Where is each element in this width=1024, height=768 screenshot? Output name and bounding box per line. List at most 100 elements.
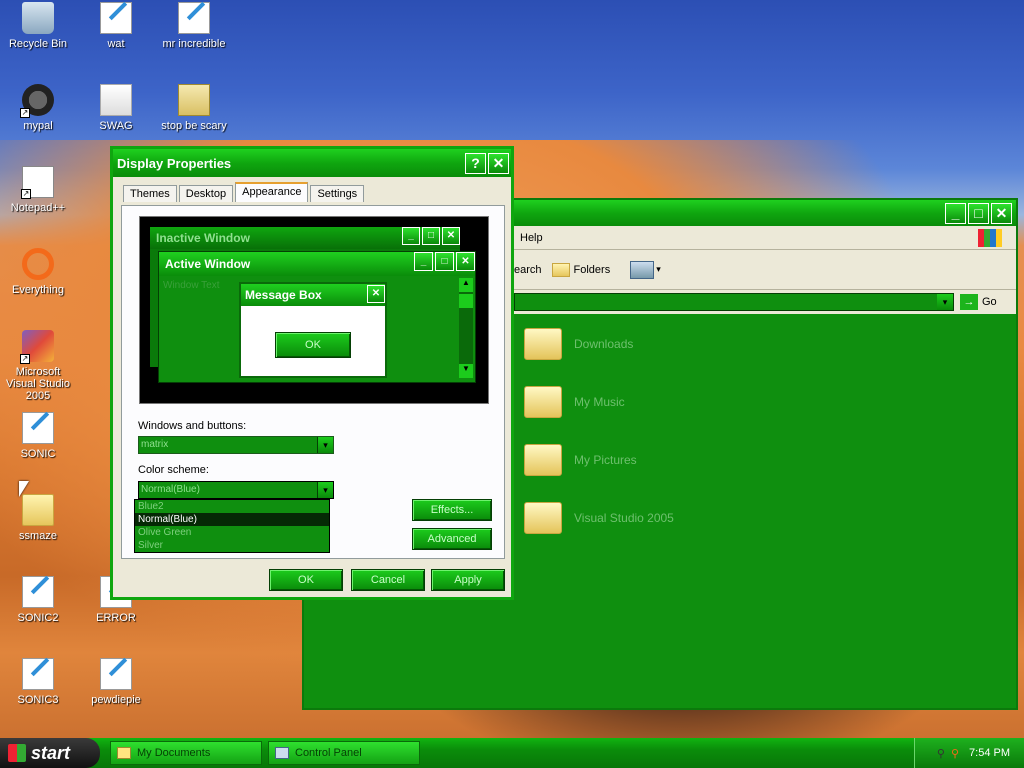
- color-scheme-option[interactable]: Blue2: [135, 500, 329, 513]
- taskbar: start My Documents Control Panel ⚲ ⚲ 7:5…: [0, 738, 1024, 768]
- preview-active-window: Active Window _ □ ✕ Window Text ▲ ▼ Mess…: [158, 251, 476, 383]
- address-input[interactable]: ▾: [514, 293, 954, 311]
- raccoon-icon: ↗: [20, 84, 54, 118]
- desktop-icon-label: Everything: [12, 284, 64, 296]
- document-icon: [100, 2, 132, 34]
- folder-item[interactable]: Downloads: [524, 328, 633, 360]
- taskbar-button-label: Control Panel: [295, 747, 362, 759]
- desktop-icon-sonic[interactable]: SONIC: [0, 412, 76, 460]
- desktop-icon-pewdiepie[interactable]: pewdiepie: [78, 658, 154, 706]
- windows-logo-icon: [8, 744, 26, 762]
- network-tray-icon[interactable]: ⚲: [937, 747, 945, 760]
- folders-icon: [551, 262, 570, 277]
- address-dropdown-icon[interactable]: ▾: [937, 294, 953, 310]
- folder-item-label: Visual Studio 2005: [574, 511, 674, 525]
- desktop-icon-sonic2[interactable]: SONIC2: [0, 576, 76, 624]
- maximize-button[interactable]: □: [968, 202, 989, 224]
- tab-appearance[interactable]: Appearance: [235, 182, 309, 202]
- desktop-icon-stop-be-scary[interactable]: stop be scary: [156, 84, 232, 132]
- preview-minimize-icon: _: [402, 227, 420, 245]
- desktop-icon-ssmaze[interactable]: ssmaze: [0, 494, 76, 542]
- color-scheme-select[interactable]: Normal(Blue) ▾: [138, 481, 334, 499]
- toolbar-search-button[interactable]: earch: [514, 264, 542, 276]
- advanced-button[interactable]: Advanced: [412, 528, 492, 550]
- tab-settings[interactable]: Settings: [310, 185, 365, 202]
- desktop-icon-notepadpp[interactable]: ↗ Notepad++: [0, 166, 76, 214]
- document-icon: [100, 658, 132, 690]
- preview-scrollbar: ▲ ▼: [459, 278, 473, 378]
- clock[interactable]: 7:54 PM: [969, 747, 1010, 759]
- folder-item[interactable]: My Pictures: [524, 444, 637, 476]
- desktop-icon-sonic3[interactable]: SONIC3: [0, 658, 76, 706]
- document-icon: [22, 658, 54, 690]
- desktop-icon-recycle-bin[interactable]: Recycle Bin: [0, 2, 76, 50]
- system-tray: ⚲ ⚲ 7:54 PM: [914, 738, 1024, 768]
- toolbar-folders-button[interactable]: Folders: [551, 262, 610, 277]
- scroll-up-icon: ▲: [459, 278, 473, 292]
- preview-maximize-icon: □: [435, 252, 454, 271]
- go-button[interactable]: → Go: [960, 294, 997, 310]
- color-scheme-value: Normal(Blue): [141, 484, 200, 495]
- taskbar-button-my-documents[interactable]: My Documents: [110, 741, 262, 765]
- windows-buttons-select[interactable]: matrix ▾: [138, 436, 334, 454]
- desktop-icon-visual-studio[interactable]: ↗ Microsoft Visual Studio 2005: [0, 330, 76, 402]
- preview-message-box: Message Box ✕ OK: [239, 282, 387, 378]
- apply-button[interactable]: Apply: [431, 569, 505, 591]
- desktop-icon-wat[interactable]: wat: [78, 2, 154, 50]
- taskbar-button-control-panel[interactable]: Control Panel: [268, 741, 420, 765]
- desktop-icon-label: Recycle Bin: [8, 38, 68, 50]
- desktop-icon-label: SONIC3: [17, 694, 59, 706]
- minimize-button[interactable]: _: [945, 202, 966, 224]
- close-button[interactable]: ✕: [488, 152, 509, 174]
- views-icon[interactable]: [630, 260, 655, 279]
- appearance-preview: Inactive Window _ □ ✕ Active Window _ □ …: [139, 216, 489, 404]
- preview-msgbox-title: Message Box: [245, 288, 322, 302]
- desktop-icon-mypal[interactable]: ↗ mypal: [0, 84, 76, 132]
- chevron-down-icon[interactable]: ▾: [317, 482, 333, 498]
- document-icon: [22, 576, 54, 608]
- shortcut-arrow-icon: ↗: [21, 189, 31, 199]
- cancel-button[interactable]: Cancel: [351, 569, 425, 591]
- views-dropdown-icon[interactable]: ▾: [656, 264, 661, 275]
- folder-item-label: Downloads: [574, 337, 634, 351]
- help-button[interactable]: ?: [465, 152, 486, 174]
- scroll-thumb: [459, 294, 473, 308]
- desktop-icon-swag[interactable]: SWAG: [78, 84, 154, 132]
- color-scheme-option-selected[interactable]: Normal(Blue): [135, 513, 329, 526]
- visual-studio-icon: ↗: [20, 330, 54, 364]
- desktop-icon-label: mr incredible: [162, 38, 226, 50]
- tab-desktop[interactable]: Desktop: [178, 185, 234, 202]
- desktop-icon-label: stop be scary: [161, 120, 227, 132]
- folder-icon: [22, 494, 54, 526]
- ok-button[interactable]: OK: [269, 569, 343, 591]
- start-button[interactable]: start: [0, 738, 100, 768]
- taskbar-button-label: My Documents: [137, 747, 211, 759]
- dialog-title: Display Properties: [117, 155, 232, 171]
- everything-tray-icon[interactable]: ⚲: [951, 747, 959, 760]
- go-arrow-icon: →: [960, 294, 978, 310]
- search-ring-icon: [22, 248, 54, 280]
- image-file-icon: [100, 84, 132, 116]
- preview-inactive-title: Inactive Window: [156, 231, 250, 245]
- preview-close-icon: ✕: [367, 285, 385, 303]
- close-button[interactable]: ✕: [991, 202, 1012, 224]
- color-scheme-label: Color scheme:: [138, 464, 209, 476]
- preview-ok-button: OK: [275, 332, 351, 358]
- tab-themes[interactable]: Themes: [123, 185, 177, 202]
- desktop-icon-mr-incredible[interactable]: mr incredible: [156, 2, 232, 50]
- folder-item[interactable]: Visual Studio 2005: [524, 502, 674, 534]
- color-scheme-option[interactable]: Olive Green: [135, 526, 329, 539]
- preview-active-titlebar: Active Window _ □ ✕: [159, 252, 475, 276]
- dialog-titlebar[interactable]: Display Properties ? ✕: [113, 149, 511, 177]
- desktop-icon-label: SONIC: [20, 448, 56, 460]
- preview-maximize-icon: □: [422, 227, 440, 245]
- folder-item[interactable]: My Music: [524, 386, 625, 418]
- chevron-down-icon[interactable]: ▾: [317, 437, 333, 453]
- menu-help[interactable]: Help: [520, 232, 543, 244]
- folder-item-label: My Music: [574, 395, 625, 409]
- color-scheme-option[interactable]: Silver: [135, 539, 329, 552]
- desktop-icon-everything[interactable]: Everything: [0, 248, 76, 296]
- effects-button[interactable]: Effects...: [412, 499, 492, 521]
- document-icon: [22, 412, 54, 444]
- folder-icon: [117, 747, 131, 759]
